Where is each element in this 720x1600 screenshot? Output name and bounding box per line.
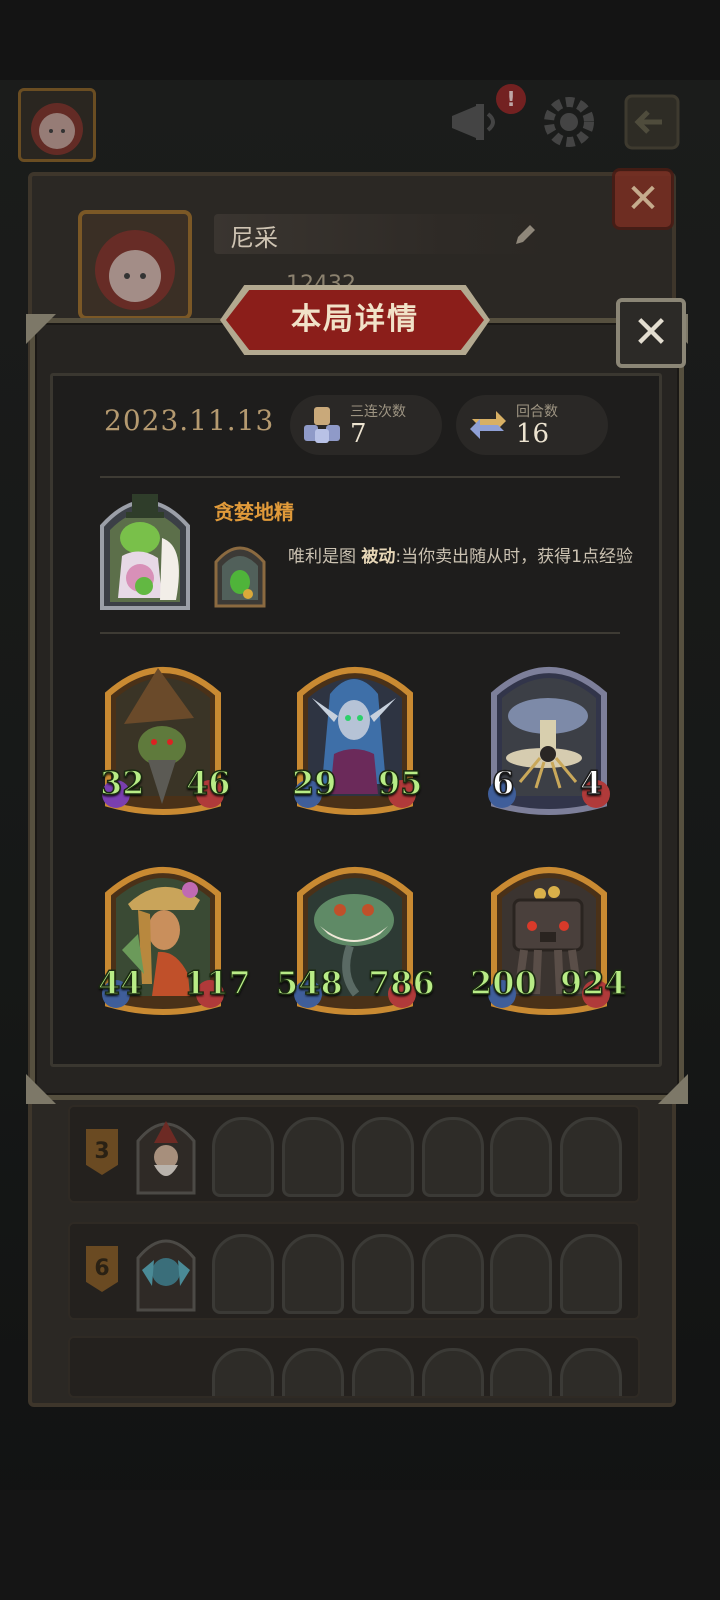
history-unit — [422, 1348, 484, 1396]
unit-health: 4 — [579, 763, 603, 803]
gear-icon[interactable] — [538, 92, 600, 152]
unit-card[interactable]: 6 4 — [484, 654, 614, 818]
player-avatar-button[interactable] — [18, 88, 96, 162]
skill-description: 唯利是图 被动:当你卖出随从时，获得1点经验 — [288, 544, 648, 570]
history-row[interactable] — [68, 1336, 640, 1398]
unit-health: 786 — [367, 963, 435, 1003]
history-unit — [282, 1348, 344, 1396]
unit-health: 117 — [183, 963, 251, 1003]
history-unit — [282, 1117, 344, 1197]
unit-attack: 29 — [291, 763, 337, 803]
history-unit — [352, 1117, 414, 1197]
history-unit — [282, 1234, 344, 1314]
stat-label: 回合数 — [516, 404, 558, 420]
history-unit — [490, 1234, 552, 1314]
divider — [100, 632, 620, 634]
rank-badge: 3 — [86, 1129, 118, 1175]
divider — [100, 476, 620, 478]
history-row[interactable]: 3 — [68, 1105, 640, 1203]
skill-text: :当你卖出随从时，获得1点经验 — [395, 547, 633, 567]
winged-hero-icon — [136, 1239, 196, 1312]
player-name: 尼采 — [230, 224, 278, 252]
stat-value: 16 — [516, 419, 550, 449]
history-unit — [352, 1348, 414, 1396]
history-unit — [490, 1117, 552, 1197]
match-date: 2023.11.13 — [104, 404, 275, 437]
profile-avatar — [78, 210, 192, 320]
avatar-girl-icon — [95, 230, 175, 310]
notice-badge: ! — [496, 84, 526, 114]
top-bar — [0, 0, 720, 80]
history-unit — [560, 1117, 622, 1197]
profile-close-button[interactable]: ✕ — [612, 168, 674, 230]
skill-name: 唯利是图 — [288, 547, 356, 567]
history-unit — [212, 1348, 274, 1396]
unit-health: 46 — [185, 763, 231, 803]
stat-value: 7 — [350, 419, 367, 449]
exit-icon[interactable] — [622, 92, 682, 152]
unit-card[interactable]: 44 117 — [97, 854, 252, 1018]
unit-attack: 6 — [491, 763, 515, 803]
unit-attack: 200 — [469, 963, 537, 1003]
history-row[interactable]: 6 — [68, 1222, 640, 1320]
unit-health: 95 — [377, 763, 423, 803]
history-unit — [490, 1348, 552, 1396]
unit-attack: 44 — [97, 963, 143, 1003]
close-icon: ✕ — [626, 176, 660, 222]
history-unit — [422, 1117, 484, 1197]
stat-label: 三连次数 — [350, 404, 406, 420]
pencil-icon[interactable] — [512, 222, 538, 248]
close-button[interactable]: ✕ — [616, 298, 686, 368]
history-unit — [352, 1234, 414, 1314]
bottom-area — [0, 1490, 720, 1600]
unit-card[interactable]: 548 786 — [275, 854, 436, 1018]
history-unit — [212, 1117, 274, 1197]
unit-attack: 32 — [99, 763, 145, 803]
close-icon: ✕ — [632, 307, 670, 358]
triple-units-icon — [304, 407, 340, 443]
history-unit — [422, 1234, 484, 1314]
triple-count-stat: 三连次数 7 — [290, 395, 442, 455]
unit-attack: 548 — [275, 963, 343, 1003]
unit-card[interactable]: 32 46 — [98, 654, 231, 818]
avatar-girl-icon — [31, 103, 83, 155]
greedy-goblin-hero-portrait[interactable] — [96, 486, 194, 614]
modal-title: 本局详情 — [291, 302, 419, 337]
hero-name: 贪婪地精 — [214, 500, 294, 524]
history-unit — [560, 1348, 622, 1396]
unit-card[interactable]: 29 95 — [290, 654, 423, 818]
unit-card[interactable]: 200 924 — [469, 854, 628, 1018]
skill-icon[interactable] — [212, 538, 268, 610]
round-count-stat: 回合数 16 — [456, 395, 608, 455]
rank-badge: 6 — [86, 1246, 118, 1292]
history-unit — [560, 1234, 622, 1314]
gnome-hero-icon — [136, 1121, 196, 1195]
rounds-arrows-icon — [470, 411, 506, 439]
history-unit — [212, 1234, 274, 1314]
unit-health: 924 — [559, 963, 627, 1003]
skill-type: 被动 — [361, 547, 396, 567]
